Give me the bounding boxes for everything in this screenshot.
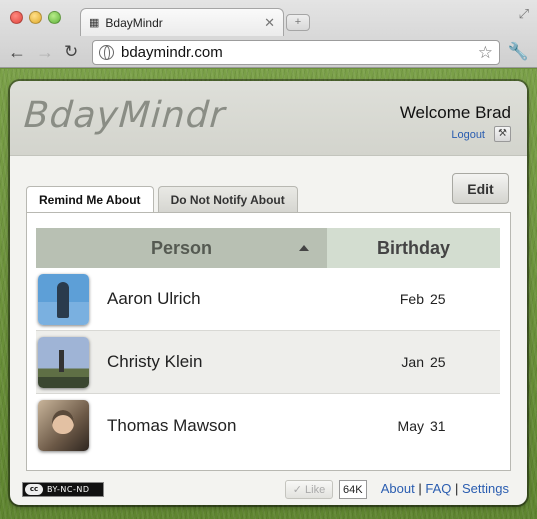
about-link[interactable]: About (381, 481, 415, 496)
birthday-day: 25 (430, 291, 446, 307)
new-tab-button[interactable]: + (286, 14, 310, 31)
sort-asc-icon[interactable] (299, 245, 309, 251)
welcome-text: Welcome Brad (399, 103, 511, 122)
table-row[interactable]: Aaron Ulrich Feb 25 (36, 268, 500, 331)
close-icon[interactable]: ✕ (264, 15, 275, 31)
tab-title: BdayMindr (105, 15, 163, 30)
license-text: BY-NC-ND (47, 485, 90, 494)
table-row[interactable]: Thomas Mawson May 31 (36, 394, 500, 457)
tab-bar: Remind Me About Do Not Notify About (26, 186, 298, 213)
birthday-month: May (397, 417, 424, 434)
birthday-month: Jan (401, 354, 424, 370)
person-name: Aaron Ulrich (107, 289, 201, 308)
minimize-window-button[interactable] (29, 11, 42, 24)
person-name: Thomas Mawson (107, 415, 237, 435)
column-header-person-label: Person (150, 237, 213, 258)
column-header-person[interactable]: Person (36, 228, 327, 268)
birthday-month: Feb (399, 291, 424, 307)
edit-button[interactable]: Edit (452, 173, 509, 204)
address-bar[interactable]: bdaymindr.com ☆ (92, 40, 500, 65)
thumbs-up-icon: ✓ (292, 484, 303, 496)
back-button[interactable]: ← (8, 41, 26, 63)
birthday-day: 25 (430, 354, 446, 370)
avatar (38, 273, 89, 325)
table-row[interactable]: Christy Klein Jan 25 (36, 331, 500, 394)
wrench-icon[interactable]: ⚒ (494, 126, 511, 142)
link-separator: | (455, 481, 459, 496)
tab-do-not-notify-about[interactable]: Do Not Notify About (157, 186, 298, 212)
settings-link[interactable]: Settings (462, 481, 509, 496)
birthday-day: 31 (430, 417, 446, 434)
forward-button[interactable]: → (36, 41, 54, 63)
license-badge[interactable]: cc BY-NC-ND (22, 482, 104, 497)
zoom-window-button[interactable] (48, 11, 61, 24)
close-window-button[interactable] (10, 11, 23, 24)
app-container: BdayMindr Welcome Brad Logout ⚒ Remind M… (10, 81, 527, 505)
url-text[interactable]: bdaymindr.com (121, 44, 471, 61)
faq-link[interactable]: FAQ (425, 481, 451, 496)
globe-icon (99, 45, 114, 60)
app-logo[interactable]: BdayMindr (23, 95, 227, 136)
like-count: 64K (339, 480, 367, 499)
like-label: Like (305, 483, 326, 496)
reload-button[interactable]: ↻ (64, 41, 78, 63)
logout-link[interactable]: Logout (451, 129, 485, 141)
birthday-list-panel: Person Birthday Aaron Ulrich Feb 25 Chri… (26, 212, 511, 471)
app-footer: cc BY-NC-ND ✓ Like 64K About | FAQ | Set… (10, 475, 527, 505)
column-header-birthday[interactable]: Birthday (327, 228, 500, 268)
person-name: Christy Klein (107, 352, 203, 371)
like-button[interactable]: ✓ Like (285, 480, 333, 499)
avatar (38, 400, 89, 451)
window-controls (10, 11, 61, 24)
cc-logo: cc (25, 484, 43, 495)
browser-tab[interactable]: ▦ BdayMindr ✕ (80, 8, 284, 36)
bookmark-star-icon[interactable]: ☆ (478, 43, 493, 63)
wrench-icon[interactable]: 🔧 (508, 42, 529, 62)
tab-remind-me-about[interactable]: Remind Me About (26, 186, 154, 213)
calendar-icon: ▦ (89, 17, 100, 29)
browser-chrome: ▦ BdayMindr ✕ + ⤢ ← → ↻ bdaymindr.com ☆ … (0, 0, 537, 68)
footer-links: About | FAQ | Settings (381, 481, 509, 496)
app-header: BdayMindr Welcome Brad Logout ⚒ (10, 81, 527, 156)
browser-toolbar: ← → ↻ bdaymindr.com ☆ 🔧 (0, 36, 537, 68)
avatar (38, 336, 89, 388)
fullscreen-icon[interactable]: ⤢ (519, 6, 529, 22)
link-separator: | (418, 481, 422, 496)
table-header: Person Birthday (36, 228, 500, 268)
